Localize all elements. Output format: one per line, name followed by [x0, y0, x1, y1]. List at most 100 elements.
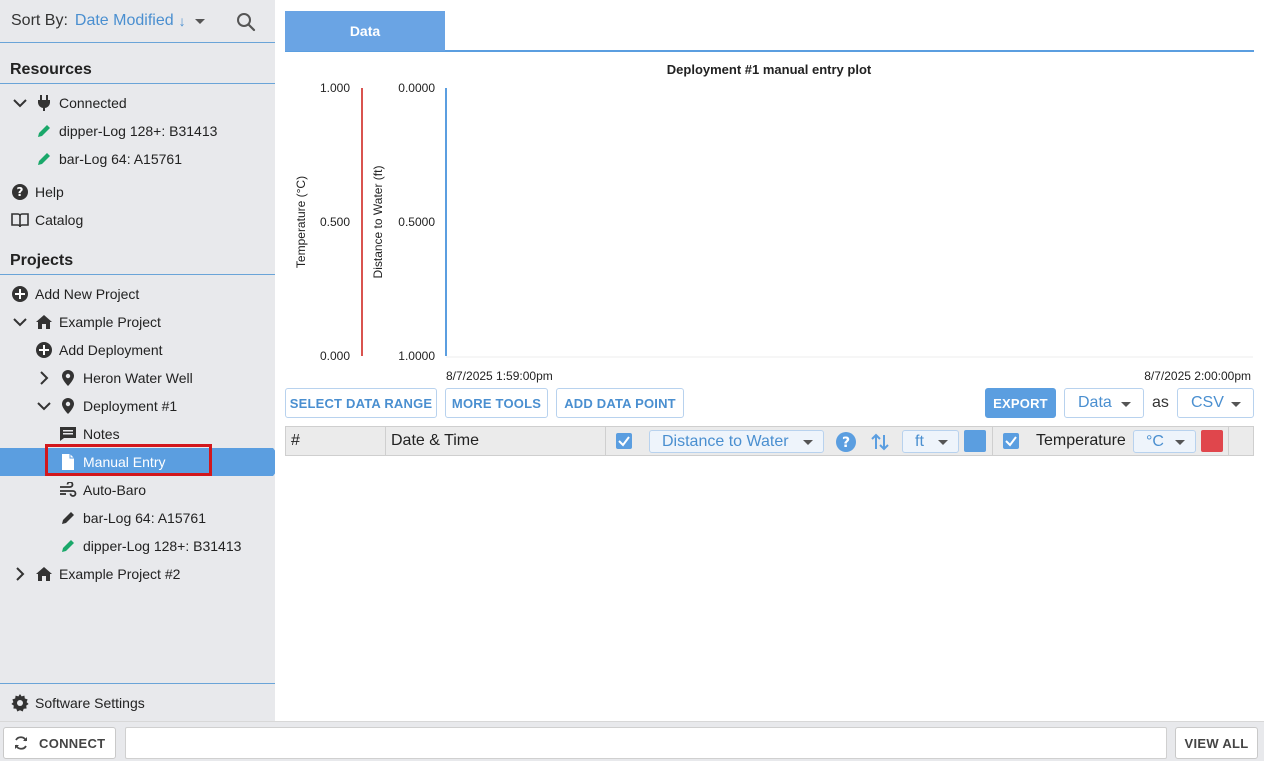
series-temperature-color-swatch[interactable]	[1201, 430, 1223, 452]
column-header-datetime[interactable]: Date & Time	[391, 427, 479, 455]
y-tick-label: 1.0000	[398, 349, 435, 363]
series-temperature-unit-dropdown[interactable]: °C	[1133, 430, 1196, 453]
tree-item-label: Notes	[83, 426, 120, 442]
series-distance-checkbox[interactable]	[616, 433, 632, 449]
tab-bar: Data	[285, 11, 1254, 52]
tree-item-label: dipper-Log 128+: B31413	[59, 123, 218, 139]
chevron-down-icon	[938, 440, 948, 445]
export-format-value: CSV	[1191, 394, 1224, 411]
projects-heading: Projects	[10, 252, 74, 269]
tree-item-example-project-2[interactable]: Example Project #2	[11, 560, 180, 588]
tree-item-deployment-1[interactable]: Deployment #1	[35, 392, 177, 420]
select-data-range-button[interactable]: SELECT DATA RANGE	[285, 388, 437, 418]
home-icon	[35, 313, 53, 331]
x-tick-label: 8/7/2025 2:00:00pm	[1144, 369, 1251, 383]
data-chart[interactable]: Deployment #1 manual entry plot 1.000 0.5…	[285, 56, 1255, 386]
tree-item-label: Add New Project	[35, 286, 140, 302]
column-divider	[385, 427, 386, 455]
tree-item-catalog[interactable]: Catalog	[11, 206, 83, 234]
export-content-value: Data	[1078, 394, 1112, 411]
series-distance-color-swatch[interactable]	[964, 430, 986, 452]
column-header-number: #	[291, 432, 300, 449]
sidebar: Sort By: Date Modified ↓ Resources Conne…	[0, 0, 284, 721]
x-axis: 8/7/2025 1:59:00pm 8/7/2025 2:00:00pm	[446, 356, 1253, 383]
series-temperature-label: Temperature	[1036, 432, 1126, 449]
tree-item-connected[interactable]: Connected	[11, 89, 127, 117]
sort-bar: Sort By: Date Modified ↓	[0, 0, 275, 43]
tree-item-example-project[interactable]: Example Project	[11, 308, 161, 336]
tree-item-barlog[interactable]: bar-Log 64: A15761	[59, 504, 206, 532]
tree-item-device-dipperlog[interactable]: dipper-Log 128+: B31413	[35, 117, 217, 145]
home-icon	[35, 565, 53, 583]
tree-item-device-barlog[interactable]: bar-Log 64: A15761	[35, 145, 182, 173]
tree-item-label: Example Project	[59, 314, 161, 330]
plus-circle-icon	[35, 341, 53, 359]
add-deployment-button[interactable]: Add Deployment	[35, 336, 163, 364]
chevron-down-icon[interactable]	[11, 94, 29, 112]
tree-item-label: Software Settings	[35, 695, 145, 711]
tree-item-dipperlog[interactable]: dipper-Log 128+: B31413	[59, 532, 241, 560]
svg-text:?: ?	[842, 435, 850, 451]
chevron-down-icon[interactable]	[194, 18, 205, 24]
book-icon	[11, 211, 29, 229]
tab-data[interactable]: Data	[285, 11, 445, 51]
software-settings-button[interactable]: Software Settings	[11, 689, 145, 717]
tree-item-label: bar-Log 64: A15761	[83, 510, 206, 526]
export-content-dropdown[interactable]: Data	[1064, 388, 1144, 418]
connect-label: CONNECT	[39, 735, 106, 751]
tree-item-auto-baro[interactable]: Auto-Baro	[59, 476, 146, 504]
connect-button[interactable]: CONNECT	[3, 727, 116, 759]
chevron-down-icon[interactable]	[11, 313, 29, 331]
search-icon[interactable]	[236, 12, 256, 32]
series-distance-unit-dropdown[interactable]: ft	[902, 430, 959, 453]
y-tick-label: 0.500	[320, 215, 350, 229]
help-icon[interactable]: ?	[835, 431, 857, 453]
y-tick-label: 0.000	[320, 349, 350, 363]
tree-item-heron-water-well[interactable]: Heron Water Well	[35, 364, 193, 392]
tree-item-label: Example Project #2	[59, 566, 181, 582]
tree-item-label: Add Deployment	[59, 342, 163, 358]
data-table-header: # Date & Time Distance to Water ? ft Tem…	[285, 426, 1254, 456]
chart-title: Deployment #1 manual entry plot	[667, 62, 872, 77]
command-input[interactable]	[125, 727, 1167, 759]
svg-text:?: ?	[17, 185, 24, 199]
add-data-point-button[interactable]: ADD DATA POINT	[556, 388, 684, 418]
view-all-button[interactable]: VIEW ALL	[1175, 727, 1258, 759]
add-new-project-button[interactable]: Add New Project	[11, 280, 139, 308]
sort-direction-icon[interactable]: ↓	[179, 13, 186, 29]
temperature-axis: 1.000 0.500 0.000 Temperature (°C)	[294, 81, 363, 363]
sort-swap-icon[interactable]	[871, 432, 889, 452]
tree-item-help[interactable]: ? Help	[11, 178, 64, 206]
divider	[0, 683, 275, 684]
divider	[0, 83, 275, 84]
tree-item-label: Heron Water Well	[83, 370, 193, 386]
series-temperature-checkbox[interactable]	[1003, 433, 1019, 449]
chevron-right-icon[interactable]	[11, 565, 29, 583]
tree-item-label: Help	[35, 184, 64, 200]
chevron-right-icon[interactable]	[35, 369, 53, 387]
bottom-bar: CONNECT VIEW ALL	[0, 721, 1264, 761]
wind-icon	[59, 481, 77, 499]
refresh-icon	[15, 736, 27, 750]
tree-item-label: dipper-Log 128+: B31413	[83, 538, 242, 554]
chevron-down-icon	[803, 440, 813, 445]
y-tick-label: 0.0000	[398, 81, 435, 95]
export-format-dropdown[interactable]: CSV	[1177, 388, 1254, 418]
column-divider	[605, 427, 606, 455]
distance-axis: 0.0000 0.5000 1.0000 Distance to Water (ft)	[371, 81, 447, 363]
location-pin-icon	[59, 369, 77, 387]
selection-highlight-box	[45, 444, 212, 476]
column-divider	[1228, 427, 1229, 455]
series-distance-dropdown[interactable]: Distance to Water	[649, 430, 824, 453]
export-button[interactable]: EXPORT	[985, 388, 1056, 418]
as-label: as	[1152, 394, 1169, 411]
pencil-icon	[59, 537, 77, 555]
location-pin-icon	[59, 397, 77, 415]
more-tools-button[interactable]: MORE TOOLS	[445, 388, 548, 418]
sort-label: Sort By:	[11, 12, 68, 29]
column-divider	[992, 427, 993, 455]
chevron-down-icon[interactable]	[35, 397, 53, 415]
app-window: Sort By: Date Modified ↓ Resources Conne…	[0, 0, 1264, 761]
sort-value-dropdown[interactable]: Date Modified	[75, 12, 174, 30]
tree-item-label: Deployment #1	[83, 398, 178, 414]
